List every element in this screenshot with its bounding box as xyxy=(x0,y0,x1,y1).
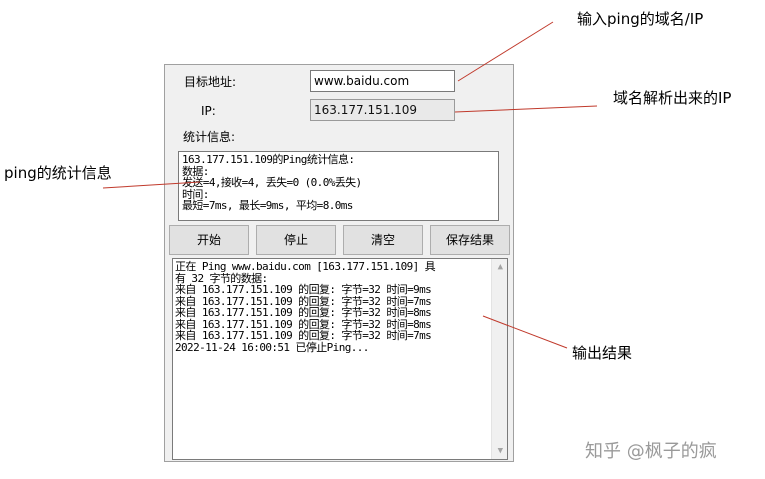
annotation-line-output xyxy=(482,315,568,349)
annotation-line-input xyxy=(457,21,554,82)
annotation-resolved-ip: 域名解析出来的IP xyxy=(613,89,732,107)
annotation-lines xyxy=(102,21,598,349)
annotation-line-stats xyxy=(102,181,201,189)
annotation-line-ip xyxy=(454,105,598,113)
watermark: 知乎 @枫子的疯 xyxy=(585,441,717,462)
annotation-input-domain: 输入ping的域名/IP xyxy=(577,10,704,28)
annotation-ping-stats: ping的统计信息 xyxy=(4,164,112,182)
annotation-output-result: 输出结果 xyxy=(572,344,633,362)
